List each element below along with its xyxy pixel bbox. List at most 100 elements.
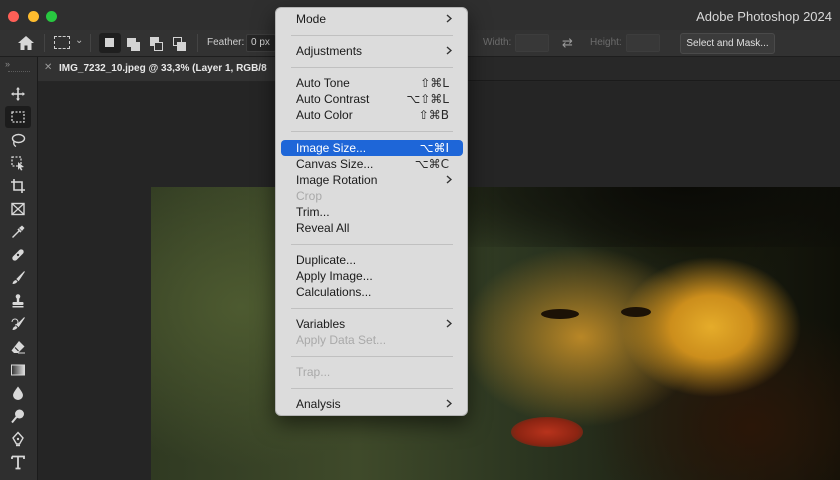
menu-item-adjustments[interactable]: Adjustments — [281, 43, 463, 59]
photo-eye-region — [541, 309, 579, 319]
document-tab-title: IMG_7232_10.jpeg @ 33,3% (Layer 1, RGB/8 — [59, 63, 267, 74]
object-selection-icon — [11, 156, 24, 171]
history-brush-tool[interactable] — [5, 313, 31, 335]
menu-item-analysis[interactable]: Analysis — [281, 396, 463, 412]
menu-item-label: Trim... — [296, 205, 330, 219]
app-title: Adobe Photoshop 2024 — [696, 9, 832, 24]
eraser-tool[interactable] — [5, 336, 31, 358]
close-window-button[interactable] — [8, 11, 19, 22]
eraser-icon — [11, 341, 25, 354]
feather-label: Feather: — [207, 37, 245, 48]
width-label: Width: — [483, 37, 512, 48]
menu-item-reveal-all[interactable]: Reveal All — [281, 220, 463, 236]
eyedropper-icon — [12, 225, 25, 238]
clone-stamp-tool[interactable] — [5, 290, 31, 312]
menu-item-label: Image Size... — [296, 141, 367, 155]
width-input[interactable] — [515, 34, 549, 52]
menu-item-label: Canvas Size... — [296, 157, 374, 171]
menu-item-variables[interactable]: Variables — [281, 316, 463, 332]
select-and-mask-button[interactable]: Select and Mask... — [680, 33, 775, 54]
crop-tool[interactable] — [5, 175, 31, 197]
healing-brush-icon — [12, 249, 24, 261]
dodge-icon — [11, 409, 24, 424]
rectangular-marquee-tool[interactable] — [5, 106, 31, 128]
menu-item-mode[interactable]: Mode — [281, 11, 463, 27]
menu-item-label: Mode — [296, 12, 327, 26]
menu-item-label: Duplicate... — [296, 253, 357, 267]
brush-icon — [12, 271, 25, 284]
menu-item-apply-image[interactable]: Apply Image... — [281, 268, 463, 284]
subtract-from-selection-button[interactable] — [145, 33, 167, 53]
menu-item-shortcut: ⌥⌘C — [414, 157, 449, 171]
move-tool[interactable] — [5, 83, 31, 105]
intersect-selection-icon-part — [177, 42, 186, 51]
menu-item-label: Apply Image... — [296, 269, 373, 283]
menu-item-canvas-size[interactable]: Canvas Size... ⌥⌘C — [281, 156, 463, 172]
options-divider — [197, 34, 198, 52]
new-selection-icon — [105, 38, 114, 47]
history-brush-icon — [11, 317, 25, 330]
document-tab[interactable]: ✕ IMG_7232_10.jpeg @ 33,3% (Layer 1, RGB… — [38, 57, 276, 81]
image-menu: Mode Adjustments Auto Tone ⇧⌘L Auto Cont… — [275, 7, 468, 416]
menu-item-label: Auto Color — [296, 108, 353, 122]
menu-item-apply-data-set: Apply Data Set... — [281, 332, 463, 348]
dodge-tool[interactable] — [5, 405, 31, 427]
menu-item-label: Apply Data Set... — [296, 333, 387, 347]
menu-item-auto-tone[interactable]: Auto Tone ⇧⌘L — [281, 75, 463, 91]
marquee-preset-icon[interactable] — [54, 36, 70, 49]
options-divider — [90, 34, 91, 52]
add-to-selection-button[interactable] — [122, 33, 144, 53]
collapse-panel-icon[interactable]: » — [5, 59, 10, 69]
feather-input[interactable]: 0 px — [246, 34, 276, 52]
menu-item-shortcut: ⌥⇧⌘L — [406, 92, 449, 106]
spot-healing-brush-tool[interactable] — [5, 244, 31, 266]
photo-eye-region — [621, 307, 651, 317]
blur-tool[interactable] — [5, 382, 31, 404]
rectangular-marquee-icon — [11, 111, 25, 123]
menu-separator — [291, 356, 453, 357]
options-divider — [44, 34, 45, 52]
intersect-selection-button[interactable] — [168, 33, 190, 53]
menu-item-crop: Crop — [281, 188, 463, 204]
menu-item-trim[interactable]: Trim... — [281, 204, 463, 220]
menu-separator — [291, 308, 453, 309]
panel-grip[interactable] — [8, 71, 30, 74]
swap-width-height-icon[interactable]: ⇄ — [562, 35, 573, 51]
blur-drop-icon — [13, 386, 23, 400]
menu-item-image-size[interactable]: Image Size... ⌥⌘I — [281, 140, 463, 156]
tools-panel: » — [0, 57, 38, 480]
move-icon — [11, 87, 25, 101]
chevron-down-icon[interactable]: ⌄ — [75, 35, 83, 46]
menu-item-label: Reveal All — [296, 221, 350, 235]
menu-separator — [291, 388, 453, 389]
pen-tool[interactable] — [5, 428, 31, 450]
type-icon — [11, 455, 25, 470]
frame-icon — [11, 202, 25, 216]
crop-icon — [11, 179, 25, 193]
lasso-tool[interactable] — [5, 129, 31, 151]
menu-item-shortcut: ⇧⌘L — [420, 76, 449, 90]
document-canvas-image[interactable] — [151, 187, 840, 480]
zoom-window-button[interactable] — [46, 11, 57, 22]
menu-item-auto-contrast[interactable]: Auto Contrast ⌥⇧⌘L — [281, 91, 463, 107]
height-input[interactable] — [626, 34, 660, 52]
close-icon[interactable]: ✕ — [44, 62, 52, 73]
gradient-tool[interactable] — [5, 359, 31, 381]
frame-tool[interactable] — [5, 198, 31, 220]
menu-item-duplicate[interactable]: Duplicate... — [281, 252, 463, 268]
new-selection-button[interactable] — [99, 33, 121, 53]
add-selection-icon-part — [131, 42, 140, 51]
eyedropper-tool[interactable] — [5, 221, 31, 243]
type-tool[interactable] — [5, 451, 31, 473]
menu-item-shortcut: ⌥⌘I — [419, 141, 449, 155]
minimize-window-button[interactable] — [28, 11, 39, 22]
home-icon[interactable] — [17, 35, 35, 51]
menu-item-auto-color[interactable]: Auto Color ⇧⌘B — [281, 107, 463, 123]
menu-item-trap: Trap... — [281, 364, 463, 380]
brush-tool[interactable] — [5, 267, 31, 289]
menu-item-image-rotation[interactable]: Image Rotation — [281, 172, 463, 188]
menu-item-label: Adjustments — [296, 44, 363, 58]
object-selection-tool[interactable] — [5, 152, 31, 174]
menu-item-calculations[interactable]: Calculations... — [281, 284, 463, 300]
chevron-right-icon — [446, 399, 452, 408]
